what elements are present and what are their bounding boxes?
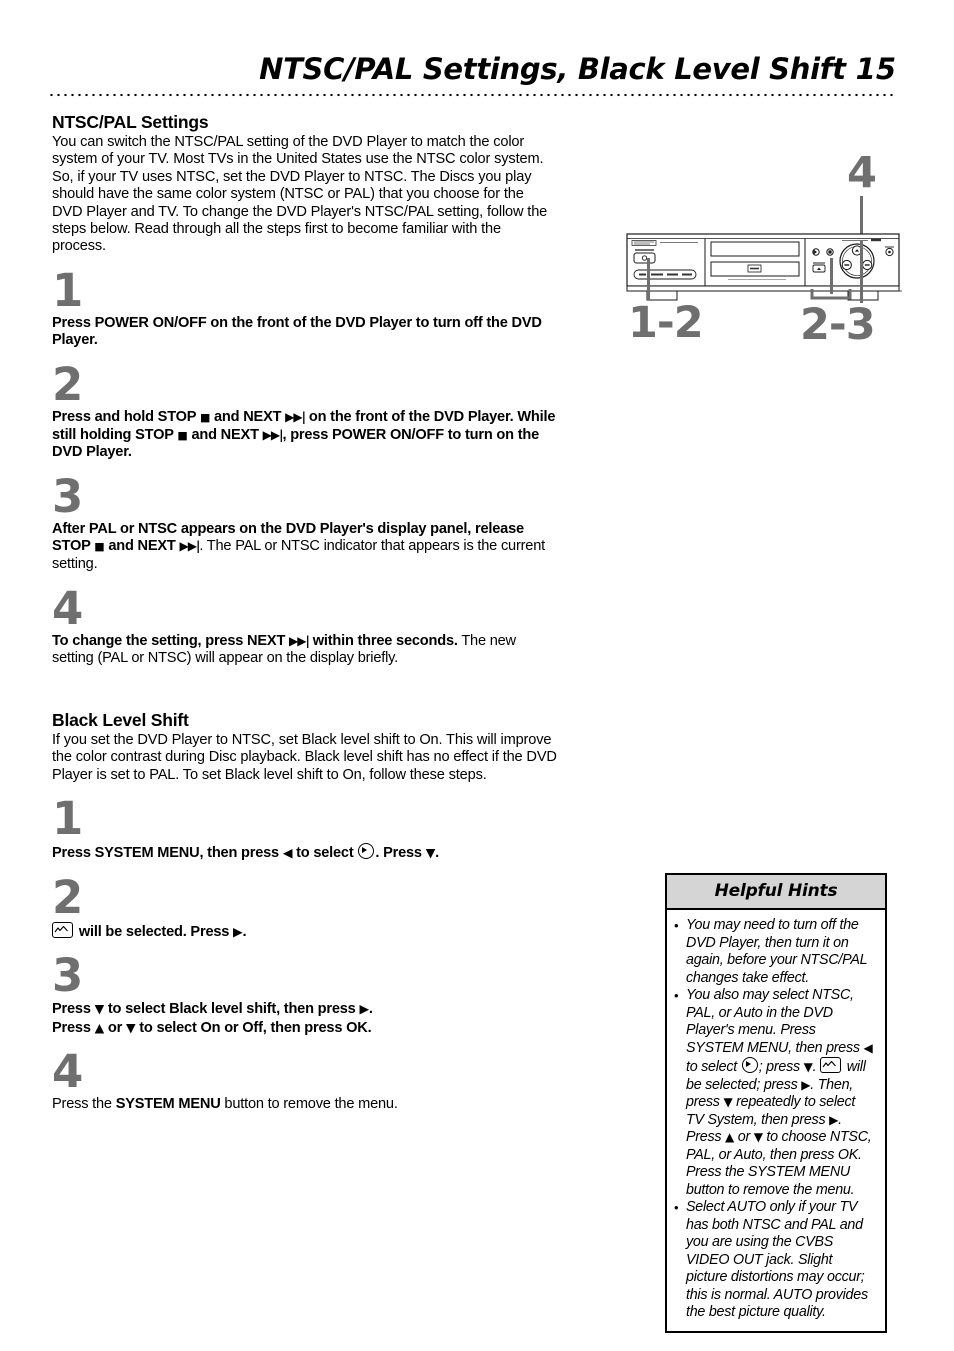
bullet-icon: • <box>674 988 679 1003</box>
step-ntsc-2: 2 Press and hold STOP ■ and NEXT ▶▶| on … <box>52 358 557 462</box>
next-icon: ▶▶| <box>179 539 201 554</box>
dvd-player-diagram: 4 1-2 2-3 <box>610 148 915 363</box>
down-arrow-icon: ▼ <box>753 1130 763 1144</box>
step-ntsc-4: 4 To change the setting, press NEXT ▶▶| … <box>52 581 557 668</box>
stop-icon: ■ <box>94 540 105 554</box>
step-body: Press ▼ to select Black level shift, the… <box>52 1000 557 1037</box>
callout-2-3-label: 2-3 <box>800 300 876 350</box>
step-bold-text: SYSTEM MENU <box>115 1096 221 1113</box>
step-number: 2 <box>52 358 83 412</box>
step-number: 1 <box>52 792 83 845</box>
step-bls-2: 2 will be selected. Press ▶. <box>52 870 557 942</box>
page-number: 15 <box>855 52 896 86</box>
down-arrow-icon: ▼ <box>125 1019 136 1035</box>
section-intro-ntsc-pal: You can switch the NTSC/PAL setting of t… <box>52 134 548 255</box>
step-bold-text: to select Black level shift, then press <box>104 1001 360 1018</box>
page-header: NTSC/PAL Settings, Black Level Shift 15 <box>48 52 896 86</box>
step-bold-text: and NEXT <box>210 409 286 426</box>
stop-icon: ■ <box>177 428 188 442</box>
section-title-black-level-shift: Black Level Shift <box>52 709 189 730</box>
right-arrow-icon: ▶ <box>801 1077 811 1092</box>
main-content-column: NTSC/PAL Settings You can switch the NTS… <box>52 112 557 1114</box>
step-bls-4: 4 Press the SYSTEM MENU button to remove… <box>52 1045 557 1114</box>
hint-text: You also may select NTSC, PAL, or Auto i… <box>686 987 873 1198</box>
step-number: 4 <box>52 581 83 635</box>
hint-item: • Select AUTO only if your TV has both NT… <box>674 1199 876 1322</box>
step-body: will be selected. Press ▶. <box>52 921 557 942</box>
step-body: Press SYSTEM MENU, then press ◀ to selec… <box>52 843 557 863</box>
step-plain-text: button to remove the menu. <box>220 1096 398 1113</box>
step-bls-1: 1 Press SYSTEM MENU, then press ◀ to sel… <box>52 792 557 863</box>
step-bold-text: . <box>435 845 439 861</box>
step-body: Press and hold STOP ■ and NEXT ▶▶| on th… <box>52 409 557 462</box>
callout-4-label: 4 <box>847 148 877 198</box>
step-ntsc-3: 3 After PAL or NTSC appears on the DVD P… <box>52 469 557 574</box>
step-bold-text: Press <box>52 1001 95 1018</box>
stop-icon: ■ <box>199 411 211 425</box>
next-icon: ▶▶| <box>289 633 310 648</box>
step-line-2: Press ▲ or ▼ to select On or Off, then p… <box>52 1019 557 1038</box>
picture-icon <box>52 921 73 938</box>
up-arrow-icon: ▲ <box>725 1130 735 1144</box>
tv-circle-icon <box>358 843 375 859</box>
step-number: 1 <box>52 263 83 317</box>
up-arrow-icon: ▲ <box>94 1019 105 1035</box>
step-bold-text: . <box>242 923 247 940</box>
hint-text: Select AUTO only if your TV has both NTS… <box>686 1199 868 1320</box>
helpful-hints-list: • You may need to turn off the DVD Player… <box>667 910 885 1331</box>
step-number: 3 <box>52 949 83 1003</box>
left-arrow-icon: ◀ <box>282 845 293 860</box>
step-bold-text: Press SYSTEM MENU, then press <box>52 845 283 861</box>
step-bold-text: and NEXT <box>104 538 180 555</box>
step-bold-text: within three seconds. <box>308 632 458 649</box>
helpful-hints-box: Helpful Hints • You may need to turn off … <box>665 873 887 1333</box>
helpful-hints-title: Helpful Hints <box>667 875 885 910</box>
hint-item: • You also may select NTSC, PAL, or Auto … <box>674 987 876 1199</box>
step-body: Press POWER ON/OFF on the front of the D… <box>52 315 557 350</box>
step-number: 4 <box>52 1045 83 1099</box>
down-arrow-icon: ▼ <box>723 1095 733 1109</box>
step-bold-text: Press and hold STOP <box>52 409 200 426</box>
step-bold-text: To change the setting, press NEXT <box>52 632 290 649</box>
step-number: 2 <box>52 870 83 924</box>
section-title-ntsc-pal: NTSC/PAL Settings <box>52 112 209 132</box>
step-body: To change the setting, press NEXT ▶▶| wi… <box>52 633 557 668</box>
down-arrow-icon: ▼ <box>425 845 436 860</box>
next-icon: ▶▶| <box>262 427 284 442</box>
next-icon: ▶▶| <box>285 410 306 425</box>
tv-circle-icon <box>741 1057 758 1073</box>
step-bold-text: to select On or Off, then press OK. <box>135 1019 372 1036</box>
step-bold-text: Press <box>52 1019 95 1036</box>
step-bold-text: Press POWER ON/OFF on the front of the D… <box>52 314 542 349</box>
right-arrow-icon: ▶ <box>359 1001 369 1017</box>
step-bold-text: . <box>368 1001 373 1018</box>
step-bold-text: . Press <box>375 845 426 861</box>
bullet-icon: • <box>674 1200 679 1215</box>
header-divider <box>48 93 896 97</box>
step-bold-text: or <box>104 1019 126 1036</box>
picture-icon <box>820 1057 842 1073</box>
step-body: Press the SYSTEM MENU button to remove t… <box>52 1096 557 1114</box>
step-bold-text: will be selected. Press <box>75 923 234 940</box>
callout-1-2-leader <box>647 258 650 300</box>
step-bls-3: 3 Press ▼ to select Black level shift, t… <box>52 949 557 1037</box>
hint-text: You may need to turn off the DVD Player,… <box>686 917 868 986</box>
section-intro-black-level-shift: If you set the DVD Player to NTSC, set B… <box>52 731 557 783</box>
down-arrow-icon: ▼ <box>94 1001 105 1017</box>
step-body: After PAL or NTSC appears on the DVD Pla… <box>52 521 557 574</box>
step-ntsc-1: 1 Press POWER ON/OFF on the front of the… <box>52 263 557 350</box>
page-title: NTSC/PAL Settings, Black Level Shift <box>259 52 846 86</box>
step-bold-text: and NEXT <box>187 426 263 443</box>
step-bold-text: to select <box>292 845 358 861</box>
left-arrow-icon: ◀ <box>863 1040 873 1055</box>
step-line-1: Press ▼ to select Black level shift, the… <box>52 1000 557 1019</box>
down-arrow-icon: ▼ <box>803 1060 813 1074</box>
step-plain-text: Press the <box>52 1096 116 1113</box>
callout-1-2-label: 1-2 <box>628 298 704 348</box>
right-arrow-icon: ▶ <box>829 1112 839 1127</box>
step-number: 3 <box>52 469 83 523</box>
hint-item: • You may need to turn off the DVD Player… <box>674 917 876 987</box>
bullet-icon: • <box>674 918 679 933</box>
